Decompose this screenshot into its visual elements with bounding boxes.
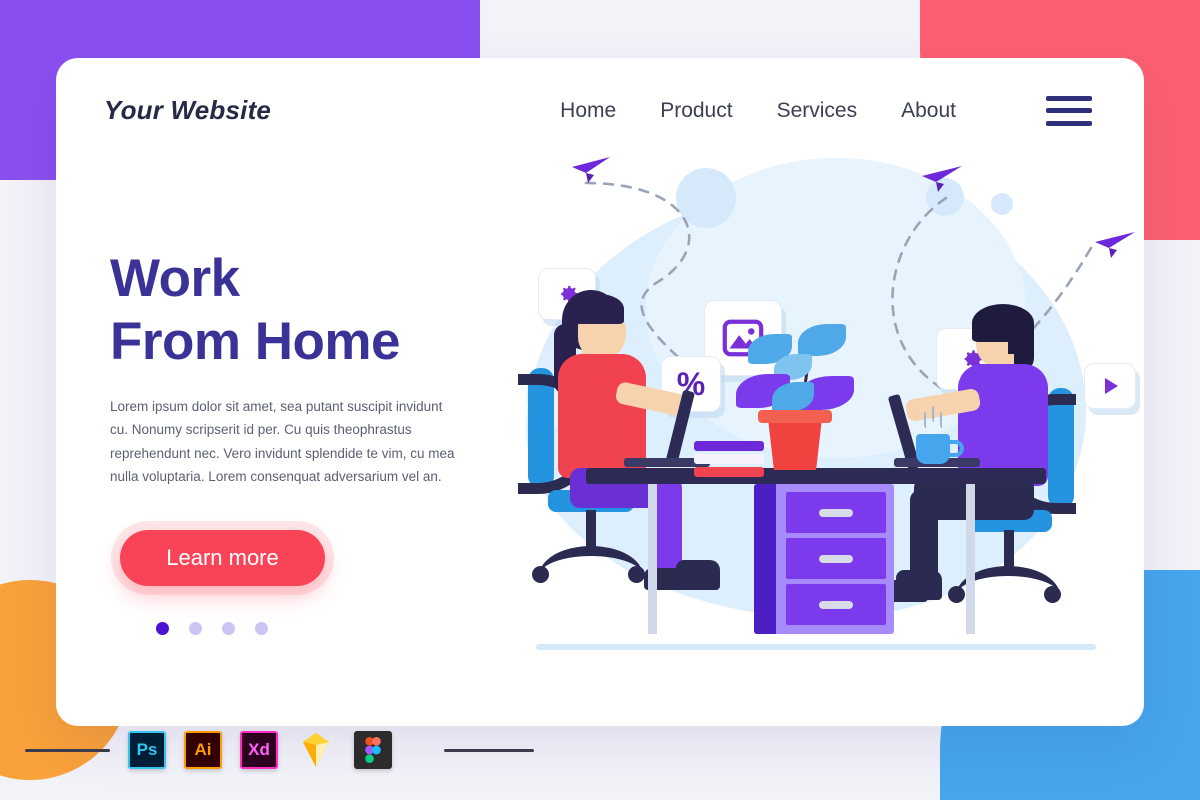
book-stack [694,438,764,477]
figma-icon[interactable] [354,731,392,769]
carousel-dot-3[interactable] [222,621,235,635]
hero-content: Work From Home Lorem ipsum dolor sit ame… [110,248,510,635]
nav-item-about[interactable]: About [901,99,956,123]
carousel-dots [156,621,510,635]
woman-chair-caster-2 [628,566,645,583]
cabinet-drawer-2[interactable] [786,538,886,579]
cabinet-drawer-1[interactable] [786,492,886,533]
xd-icon[interactable]: Xd [240,731,278,769]
illustrator-icon[interactable]: Ai [184,731,222,769]
hamburger-bar-3 [1046,120,1092,126]
floor-line [536,644,1096,650]
book-3 [694,467,764,477]
desk-leg-right [966,484,975,634]
plant-pot [767,416,823,470]
woman-fringe [574,294,624,324]
hamburger-bar-1 [1046,95,1092,101]
headline-line-2: From Home [110,311,400,371]
page-title: Work From Home [110,248,510,373]
landing-page-card: Your Website Home Product Services About… [56,58,1144,726]
sketch-icon[interactable] [296,731,336,769]
nav-item-services[interactable]: Services [777,99,858,123]
nav-item-home[interactable]: Home [560,99,616,123]
app-toolbar: Ps Ai Xd [0,724,1200,776]
site-logo[interactable]: Your Website [104,95,271,126]
play-icon [1105,378,1118,394]
book-1 [694,441,764,451]
plant-pot-rim [758,410,832,423]
carousel-dot-4[interactable] [255,621,268,635]
hero-illustration: % [496,138,1136,668]
hamburger-icon[interactable] [1046,95,1092,126]
play-card[interactable] [1084,363,1136,409]
paper-plane-icon-3 [1095,232,1135,258]
steam-2 [932,406,935,422]
man-chair-caster-1 [948,586,965,603]
paper-plane-icon-2 [922,166,962,192]
drawer-handle-2 [819,554,853,563]
drawer-handle-3 [819,600,853,609]
steam-1 [924,412,927,428]
woman-chair-caster-1 [532,566,549,583]
learn-more-button[interactable]: Learn more [120,529,325,586]
carousel-dot-1[interactable] [156,621,169,635]
man-shoe-2 [896,570,942,600]
drawer-handle-1 [819,508,853,517]
cabinet-drawer-3[interactable] [786,584,886,625]
photoshop-icon[interactable]: Ps [128,731,166,769]
toolbar-rule-right [444,748,534,752]
woman-shoe-2 [676,560,720,590]
toolbar-rule-left [25,748,110,752]
nav-item-product[interactable]: Product [660,99,732,123]
headline-line-1: Work [110,249,240,308]
paper-plane-icon-1 [572,157,610,183]
woman-chair-post [586,510,596,550]
book-2 [694,454,764,464]
hero-description: Lorem ipsum dolor sit amet, sea putant s… [110,399,455,484]
filing-cabinet-side [754,484,776,634]
desk-leg-left [648,484,657,634]
hamburger-bar-2 [1046,108,1092,113]
man-chair-caster-2 [1044,586,1061,603]
man-chair-post [1004,530,1014,570]
coffee-mug [916,434,950,464]
steam-3 [940,412,943,428]
main-navigation: Home Product Services About [560,95,1092,126]
desk-surface [586,468,1046,484]
carousel-dot-2[interactable] [189,621,202,635]
